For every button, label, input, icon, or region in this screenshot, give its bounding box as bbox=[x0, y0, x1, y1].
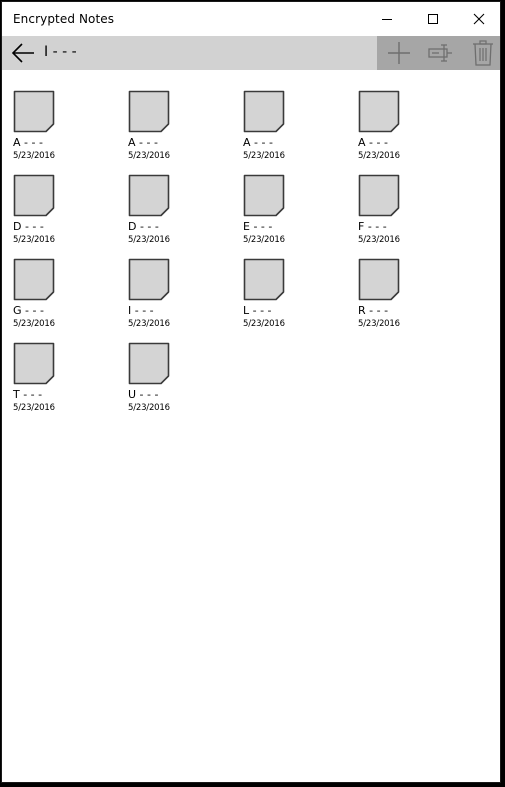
note-tile[interactable]: T - - - 5/23/2016 bbox=[13, 342, 113, 420]
note-tile[interactable]: A - - - 5/23/2016 bbox=[13, 90, 113, 168]
note-name: D - - - bbox=[128, 220, 159, 233]
note-icon bbox=[128, 174, 170, 217]
maximize-icon bbox=[428, 14, 438, 24]
note-name: F - - - bbox=[358, 220, 387, 233]
note-icon bbox=[13, 90, 55, 133]
note-name: I - - - bbox=[128, 304, 154, 317]
note-icon bbox=[358, 258, 400, 301]
note-icon bbox=[358, 174, 400, 217]
note-tile[interactable]: I - - - 5/23/2016 bbox=[128, 258, 228, 336]
folder-title: I - - - bbox=[44, 44, 77, 60]
note-tile[interactable]: F - - - 5/23/2016 bbox=[358, 174, 458, 252]
note-name: A - - - bbox=[243, 136, 273, 149]
note-name: R - - - bbox=[358, 304, 389, 317]
note-icon bbox=[128, 342, 170, 385]
note-name: L - - - bbox=[243, 304, 272, 317]
note-name: D - - - bbox=[13, 220, 44, 233]
note-date: 5/23/2016 bbox=[13, 235, 55, 245]
note-date: 5/23/2016 bbox=[128, 403, 170, 413]
command-bar: I - - - bbox=[2, 36, 500, 70]
note-tile[interactable]: R - - - 5/23/2016 bbox=[358, 258, 458, 336]
note-date: 5/23/2016 bbox=[243, 319, 285, 329]
note-date: 5/23/2016 bbox=[358, 319, 400, 329]
note-tile[interactable]: A - - - 5/23/2016 bbox=[128, 90, 228, 168]
minimize-button[interactable] bbox=[364, 2, 410, 36]
note-date: 5/23/2016 bbox=[128, 151, 170, 161]
note-name: U - - - bbox=[128, 388, 159, 401]
note-icon bbox=[13, 258, 55, 301]
note-tile[interactable]: E - - - 5/23/2016 bbox=[243, 174, 343, 252]
back-arrow-icon bbox=[11, 43, 34, 63]
add-note-button[interactable] bbox=[379, 36, 419, 70]
note-icon bbox=[128, 90, 170, 133]
note-name: E - - - bbox=[243, 220, 273, 233]
note-name: G - - - bbox=[13, 304, 44, 317]
note-tile[interactable]: U - - - 5/23/2016 bbox=[128, 342, 228, 420]
note-tile[interactable]: A - - - 5/23/2016 bbox=[243, 90, 343, 168]
note-tile[interactable]: G - - - 5/23/2016 bbox=[13, 258, 113, 336]
note-date: 5/23/2016 bbox=[13, 151, 55, 161]
note-date: 5/23/2016 bbox=[128, 235, 170, 245]
action-group bbox=[377, 36, 500, 70]
note-icon bbox=[358, 90, 400, 133]
close-icon bbox=[473, 13, 485, 25]
note-date: 5/23/2016 bbox=[128, 319, 170, 329]
note-date: 5/23/2016 bbox=[358, 151, 400, 161]
note-name: A - - - bbox=[128, 136, 158, 149]
note-icon bbox=[13, 342, 55, 385]
note-name: T - - - bbox=[13, 388, 43, 401]
delete-button[interactable] bbox=[463, 36, 500, 70]
back-button[interactable] bbox=[8, 39, 38, 67]
app-window: Encrypted Notes I - - - A - - - 5/23/201… bbox=[1, 1, 501, 783]
note-tile[interactable]: A - - - 5/23/2016 bbox=[358, 90, 458, 168]
note-tile[interactable]: D - - - 5/23/2016 bbox=[128, 174, 228, 252]
note-icon bbox=[243, 174, 285, 217]
note-date: 5/23/2016 bbox=[358, 235, 400, 245]
note-date: 5/23/2016 bbox=[13, 319, 55, 329]
window-title: Encrypted Notes bbox=[13, 12, 115, 26]
rename-icon bbox=[428, 44, 452, 62]
note-tile[interactable]: D - - - 5/23/2016 bbox=[13, 174, 113, 252]
maximize-button[interactable] bbox=[410, 2, 456, 36]
close-button[interactable] bbox=[456, 2, 500, 36]
note-name: A - - - bbox=[13, 136, 43, 149]
note-icon bbox=[128, 258, 170, 301]
note-icon bbox=[243, 90, 285, 133]
note-date: 5/23/2016 bbox=[13, 403, 55, 413]
note-name: A - - - bbox=[358, 136, 388, 149]
note-tile[interactable]: L - - - 5/23/2016 bbox=[243, 258, 343, 336]
note-icon bbox=[243, 258, 285, 301]
rename-button[interactable] bbox=[421, 36, 461, 70]
add-icon bbox=[388, 42, 410, 64]
note-date: 5/23/2016 bbox=[243, 235, 285, 245]
delete-icon bbox=[473, 40, 493, 66]
note-icon bbox=[13, 174, 55, 217]
note-date: 5/23/2016 bbox=[243, 151, 285, 161]
title-bar[interactable]: Encrypted Notes bbox=[2, 2, 500, 36]
minimize-icon bbox=[382, 19, 392, 20]
